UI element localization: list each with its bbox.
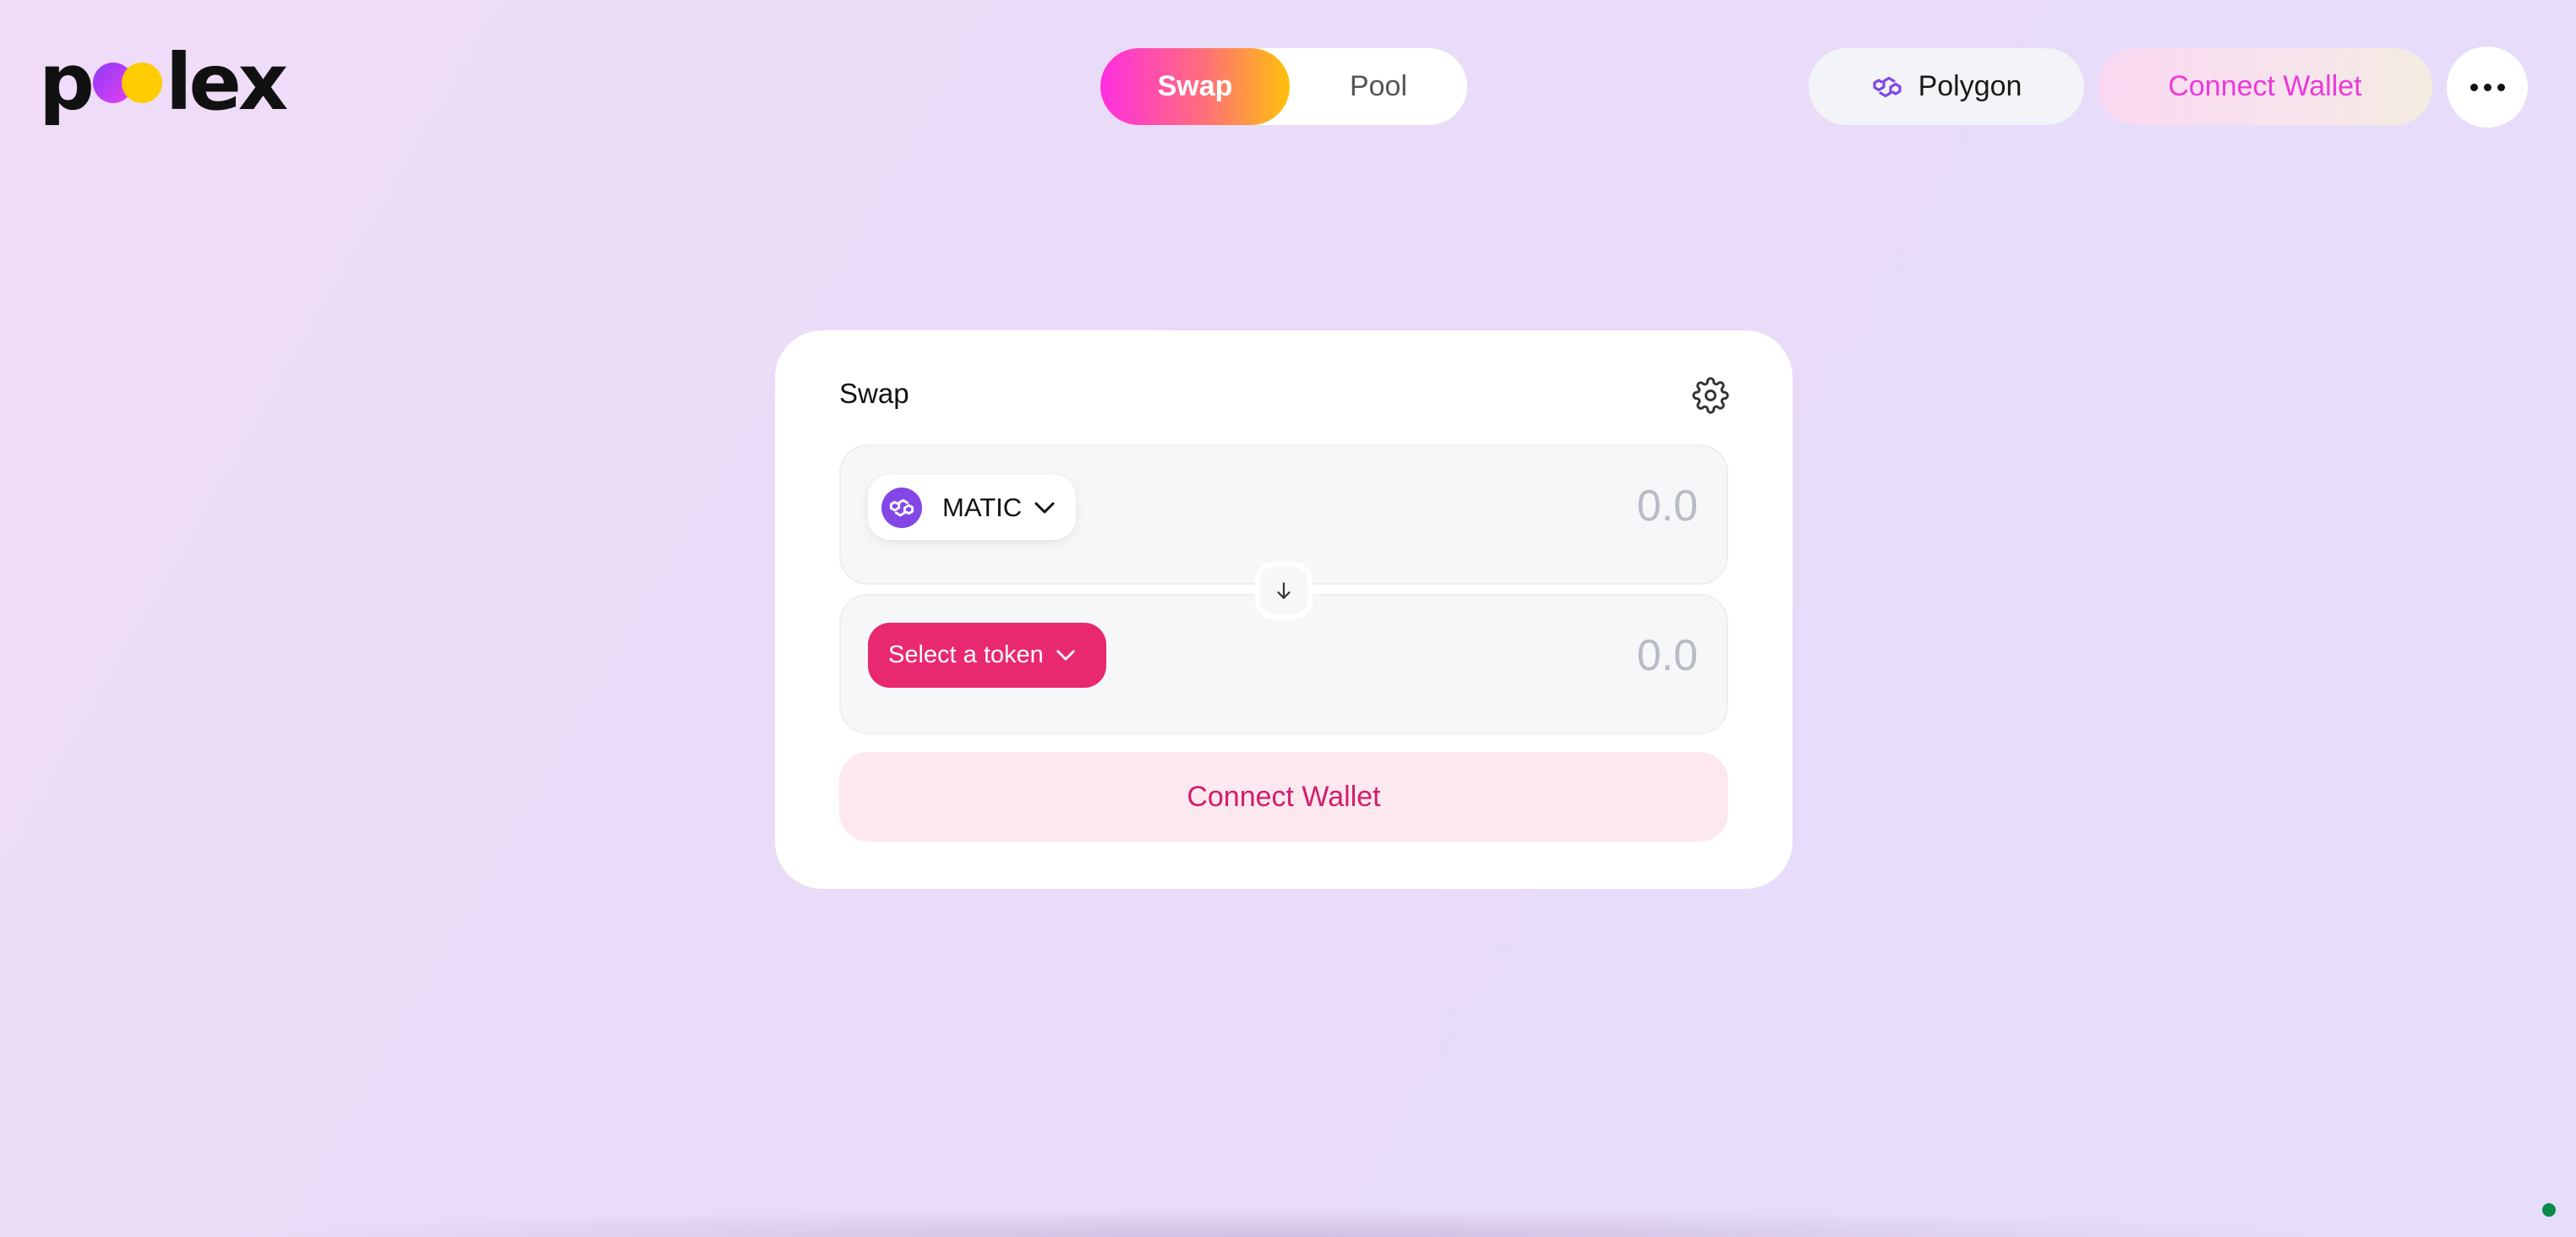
- swap-card: Swap MATIC Select a token: [775, 330, 1793, 889]
- swap-card-title: Swap: [839, 378, 909, 409]
- logo-dot-yellow: [121, 63, 162, 103]
- logo-dots: [92, 63, 162, 103]
- select-token-label: Select a token: [888, 641, 1044, 668]
- gear-icon[interactable]: [1692, 377, 1729, 414]
- more-menu-button[interactable]: [2447, 46, 2528, 128]
- more-dot: [2483, 83, 2491, 91]
- more-dot: [2470, 83, 2478, 91]
- connect-wallet-header-button[interactable]: Connect Wallet: [2098, 48, 2432, 125]
- input-amount-field[interactable]: [1358, 480, 1700, 532]
- logo[interactable]: p lex: [39, 44, 288, 122]
- arrow-down-icon: [1277, 582, 1291, 599]
- main-nav-tabs: Swap Pool: [1100, 48, 1467, 125]
- logo-text-start: p: [39, 37, 95, 128]
- polygon-icon: [881, 487, 922, 528]
- logo-text-end: lex: [165, 37, 288, 128]
- tab-swap[interactable]: Swap: [1100, 48, 1290, 125]
- more-dot: [2497, 83, 2505, 91]
- input-token-symbol: MATIC: [942, 492, 1023, 522]
- switch-tokens-button[interactable]: [1255, 562, 1313, 619]
- chevron-down-icon: [1056, 650, 1075, 661]
- select-token-button[interactable]: Select a token: [868, 623, 1106, 688]
- chevron-down-icon: [1034, 502, 1055, 513]
- network-label: Polygon: [1918, 70, 2022, 102]
- input-token-selector[interactable]: MATIC: [868, 475, 1076, 540]
- tab-pool[interactable]: Pool: [1290, 48, 1467, 125]
- status-indicator: [2542, 1203, 2556, 1217]
- connect-wallet-button[interactable]: Connect Wallet: [839, 752, 1728, 842]
- polygon-icon: [1872, 76, 1902, 97]
- output-amount-field[interactable]: [1358, 629, 1700, 682]
- network-selector-button[interactable]: Polygon: [1809, 48, 2084, 125]
- bottom-bar-shadow: [220, 1208, 2333, 1237]
